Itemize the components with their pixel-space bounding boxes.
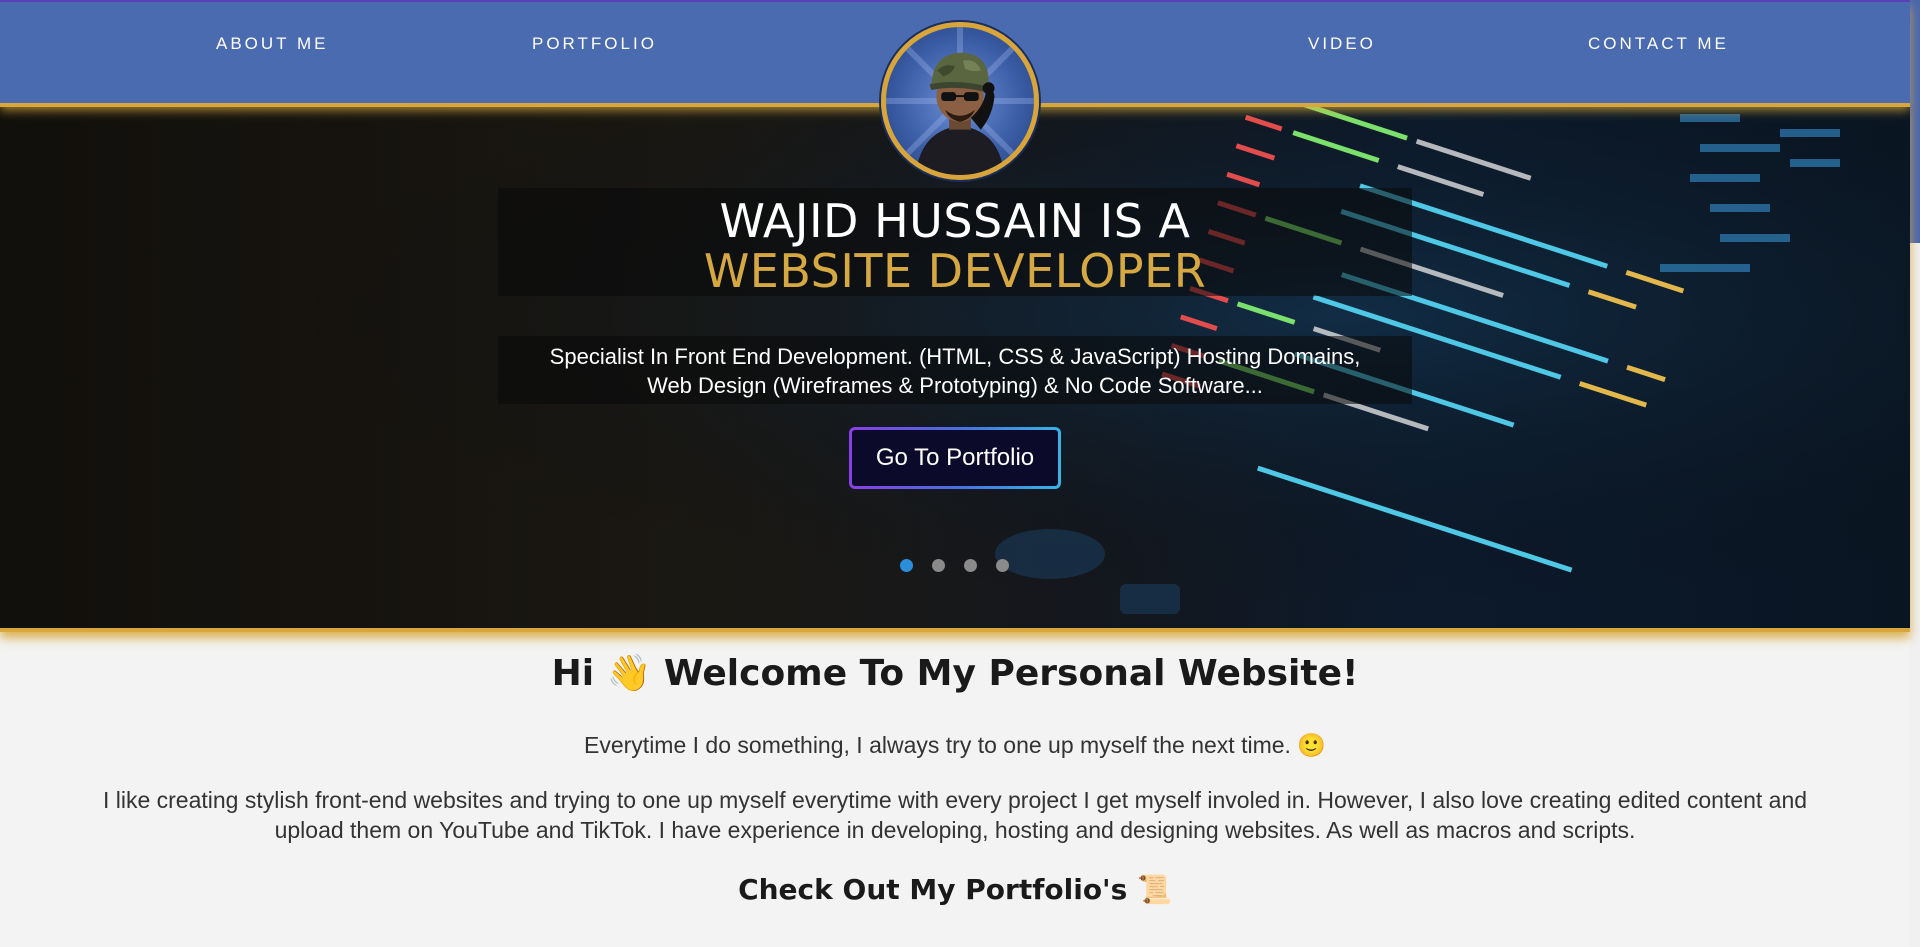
hero-subtitle: Specialist In Front End Development. (HT… [498, 342, 1412, 400]
about-paragraph: I like creating stylish front-end websit… [70, 785, 1840, 845]
hero-subtitle-box: Specialist In Front End Development. (HT… [498, 336, 1412, 404]
about-line-2: upload them on YouTube and TikTok. I hav… [274, 817, 1636, 843]
go-to-portfolio-button[interactable]: Go To Portfolio [849, 427, 1061, 489]
hero-subtitle-line-2: Web Design (Wireframes & Prototyping) & … [647, 373, 1263, 398]
nav-video[interactable]: VIDEO [1308, 34, 1376, 54]
avatar-logo[interactable] [881, 22, 1039, 180]
hero-title-line-2: WEBSITE DEVELOPER [703, 244, 1207, 298]
welcome-heading: Hi 👋 Welcome To My Personal Website! [551, 653, 1359, 694]
hero-subtitle-line-1: Specialist In Front End Development. (HT… [549, 344, 1361, 369]
carousel-dot-3[interactable] [964, 559, 977, 572]
carousel-dot-1[interactable] [900, 559, 913, 572]
nav-portfolio[interactable]: PORTFOLIO [532, 34, 657, 54]
hero-title-line-1: WAJID HUSSAIN IS A [719, 194, 1191, 248]
avatar-character-icon [886, 27, 1034, 175]
nav-about-me[interactable]: ABOUT ME [216, 34, 328, 54]
page-scrollbar[interactable] [1910, 0, 1920, 947]
carousel-dot-4[interactable] [996, 559, 1009, 572]
nav-contact-me[interactable]: CONTACT ME [1588, 34, 1729, 54]
about-line-1: I like creating stylish front-end websit… [102, 787, 1808, 813]
portfolio-heading: Check Out My Portfolio's 📜 [738, 873, 1172, 906]
hero-carousel: WAJID HUSSAIN IS A WEBSITE DEVELOPER Spe… [0, 104, 1910, 632]
hero-title-box: WAJID HUSSAIN IS A WEBSITE DEVELOPER [498, 188, 1412, 298]
carousel-dot-2[interactable] [932, 559, 945, 572]
tagline: Everytime I do something, I always try t… [584, 732, 1326, 758]
scrollbar-thumb[interactable] [1910, 0, 1920, 243]
carousel-indicators [0, 559, 1910, 575]
